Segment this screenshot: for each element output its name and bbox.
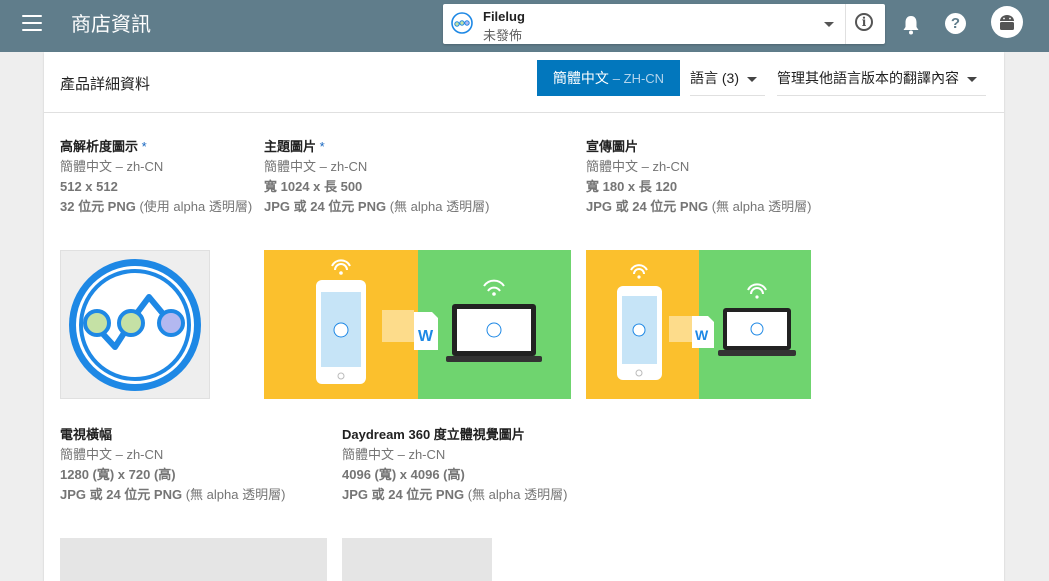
hi-res-icon-image[interactable]: [60, 250, 210, 399]
svg-text:W: W: [695, 327, 709, 343]
languages-label: 語言 (3): [690, 70, 739, 86]
asset-size: 512 x 512: [60, 179, 118, 194]
asset-size: 寬 180 x 長 120: [586, 179, 678, 194]
product-details-card: 產品詳細資料 簡體中文 – ZH-CN 語言 (3) 管理其他語言版本的翻譯內容…: [44, 52, 1004, 581]
divider: [44, 112, 1004, 113]
asset-language: 簡體中文 – zh-CN: [60, 447, 164, 462]
asset-size: 1280 (寬) x 720 (高): [60, 467, 176, 482]
daydream-upload-placeholder[interactable]: [342, 538, 492, 581]
asset-title: 主題圖片: [264, 139, 317, 154]
app-status: 未發佈: [483, 28, 523, 43]
filelug-logo-icon: [69, 259, 201, 391]
required-marker: *: [319, 139, 325, 154]
promo-graphic-image[interactable]: W: [586, 250, 811, 399]
hi-res-icon-info: 高解析度圖示 * 簡體中文 – zh-CN 512 x 512 32 位元 PN…: [60, 137, 252, 217]
app-selector-dropdown[interactable]: Filelug 未發佈 i: [443, 4, 885, 44]
asset-format-note: (無 alpha 透明層): [708, 199, 812, 214]
top-app-bar: 商店資訊 Filelug 未發佈 i ?: [0, 0, 1049, 52]
asset-format: JPG 或 24 位元 PNG: [264, 199, 387, 214]
manage-translations-dropdown[interactable]: 管理其他語言版本的翻譯內容: [777, 60, 986, 96]
tv-banner-upload-placeholder[interactable]: [60, 538, 327, 581]
app-name: Filelug: [483, 9, 525, 24]
help-icon[interactable]: ?: [945, 13, 966, 34]
chevron-down-icon: [747, 76, 757, 82]
feature-graphic-info: 主題圖片 * 簡體中文 – zh-CN 寬 1024 x 長 500 JPG 或…: [264, 137, 489, 217]
android-avatar-icon[interactable]: [991, 6, 1023, 38]
svg-text:W: W: [418, 328, 434, 345]
asset-language: 簡體中文 – zh-CN: [264, 159, 368, 174]
language-tab-zh-cn[interactable]: 簡體中文 – ZH-CN: [537, 60, 680, 96]
divider: [845, 4, 846, 44]
asset-language: 簡體中文 – zh-CN: [342, 447, 446, 462]
asset-format-note: (無 alpha 透明層): [386, 199, 490, 214]
filelug-logo-icon: [451, 12, 473, 34]
page-title: 商店資訊: [71, 14, 151, 36]
asset-title: 電視橫幅: [60, 427, 113, 442]
asset-title: Daydream 360 度立體視覺圖片: [342, 427, 525, 442]
promo-graphic-info: 宣傳圖片 簡體中文 – zh-CN 寬 180 x 長 120 JPG 或 24…: [586, 137, 811, 217]
languages-dropdown[interactable]: 語言 (3): [690, 60, 765, 96]
asset-format: 32 位元 PNG: [60, 199, 136, 214]
hamburger-menu-icon[interactable]: [22, 15, 42, 33]
language-code: – ZH-CN: [612, 71, 665, 86]
asset-format-note: (使用 alpha 透明層): [135, 199, 253, 214]
tv-banner-info: 電視橫幅 簡體中文 – zh-CN 1280 (寬) x 720 (高) JPG…: [60, 425, 285, 505]
asset-title: 宣傳圖片: [586, 139, 639, 154]
daydream-360-info: Daydream 360 度立體視覺圖片 簡體中文 – zh-CN 4096 (…: [342, 425, 567, 505]
info-icon[interactable]: i: [855, 13, 873, 31]
chevron-down-icon: [967, 76, 977, 82]
asset-format-note: (無 alpha 透明層): [464, 487, 568, 502]
card-title: 產品詳細資料: [60, 76, 151, 93]
asset-title: 高解析度圖示: [60, 139, 139, 154]
manage-translations-label: 管理其他語言版本的翻譯內容: [777, 70, 959, 86]
asset-language: 簡體中文 – zh-CN: [586, 159, 690, 174]
asset-format: JPG 或 24 位元 PNG: [586, 199, 709, 214]
required-marker: *: [141, 139, 147, 154]
chevron-down-icon[interactable]: [824, 22, 834, 27]
notification-bell-icon[interactable]: [902, 14, 920, 36]
asset-format: JPG 或 24 位元 PNG: [60, 487, 183, 502]
asset-language: 簡體中文 – zh-CN: [60, 159, 164, 174]
asset-size: 寬 1024 x 長 500: [264, 179, 363, 194]
feature-graphic-image[interactable]: W: [264, 250, 571, 399]
asset-format-note: (無 alpha 透明層): [182, 487, 286, 502]
asset-format: JPG 或 24 位元 PNG: [342, 487, 465, 502]
language-label: 簡體中文: [552, 70, 609, 86]
asset-size: 4096 (寬) x 4096 (高): [342, 467, 465, 482]
